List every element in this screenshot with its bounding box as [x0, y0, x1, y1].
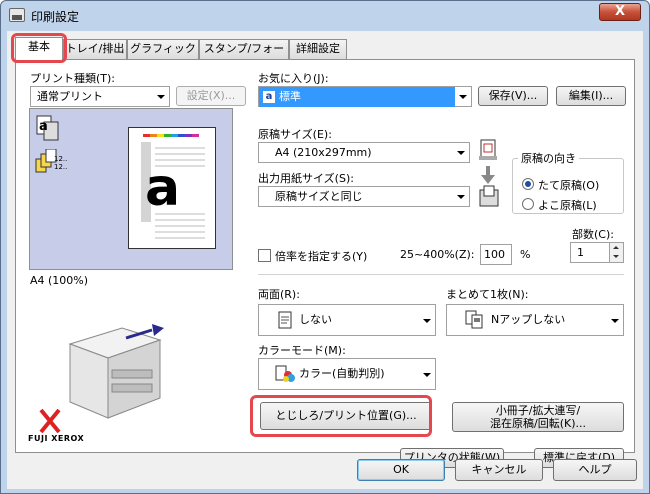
fuji-xerox-logo-icon	[39, 408, 61, 434]
section-divider	[258, 274, 624, 275]
output-size-select[interactable]: 原稿サイズと同じ	[258, 186, 470, 207]
n-up-icon	[465, 310, 483, 329]
copies-icon-text: 12..	[54, 155, 68, 163]
duplex-select[interactable]: しない	[258, 304, 436, 336]
window-title: 印刷設定	[31, 10, 80, 24]
tab-graphics[interactable]: グラフィックス	[127, 39, 199, 73]
printer-icon	[9, 8, 25, 22]
spinner-arrows[interactable]	[609, 243, 623, 262]
scale-unit: %	[520, 248, 531, 261]
booklet-button-line1: 小冊子/拡大連写/	[495, 404, 581, 417]
print-settings-window: 印刷設定 X 基本 トレイ/排出 グラフィックス スタンプ/フォーム 詳細設定 …	[0, 0, 650, 494]
printer-type-select[interactable]: 通常プリント	[30, 86, 170, 107]
tab-tray-output[interactable]: トレイ/排出	[63, 39, 127, 59]
chevron-down-icon	[457, 195, 465, 199]
chevron-down-icon	[611, 319, 619, 323]
size-conversion-icon	[479, 139, 499, 207]
basic-tab-page: プリント種類(T): 通常プリント 設定(X)... a 12.. 12.. a…	[15, 59, 635, 468]
printer-type-value: 通常プリント	[37, 90, 103, 103]
copies-spinner[interactable]: 1	[570, 242, 624, 263]
color-mode-label: カラーモード(M):	[258, 344, 346, 357]
original-size-select[interactable]: A4 (210x297mm)	[258, 142, 470, 163]
scale-input[interactable]: 100	[480, 244, 512, 265]
nup-label: まとめて1枚(N):	[446, 288, 529, 301]
chevron-down-icon	[423, 319, 431, 323]
svg-text:a: a	[39, 119, 48, 134]
chevron-down-icon	[157, 95, 165, 99]
favorites-selected: a 標準	[259, 87, 455, 107]
portrait-radio[interactable]	[522, 178, 534, 190]
printer-settings-button[interactable]: 設定(X)...	[176, 86, 246, 106]
preview-caption: A4 (100%)	[30, 274, 89, 287]
orientation-label: 原稿の向き	[518, 150, 579, 166]
scale-range-label: 25~400%(Z):	[400, 248, 475, 261]
preview-sheet: a	[128, 127, 216, 249]
scale-value: 100	[484, 248, 505, 261]
original-size-value: A4 (210x297mm)	[275, 146, 372, 159]
chevron-up-icon	[613, 246, 619, 249]
printer-type-label: プリント種類(T):	[30, 72, 116, 85]
nup-value: Nアップしない	[491, 313, 566, 326]
tab-stamp-form[interactable]: スタンプ/フォーム	[199, 39, 289, 73]
brand-name: FUJI XEROX	[28, 434, 85, 443]
copies-icon-text-2: 12..	[54, 163, 68, 171]
output-size-value: 原稿サイズと同じ	[275, 190, 363, 203]
duplex-label: 両面(R):	[258, 288, 300, 301]
favorite-a-icon: a	[263, 91, 275, 103]
ok-button[interactable]: OK	[357, 459, 445, 481]
scale-checkbox[interactable]	[258, 249, 271, 262]
dialog-client: 基本 トレイ/排出 グラフィックス スタンプ/フォーム 詳細設定 プリント種類(…	[7, 31, 643, 489]
favorites-label: お気に入り(J):	[258, 72, 329, 85]
copies-label: 部数(C):	[572, 228, 614, 241]
printer-illustration	[68, 324, 164, 419]
chevron-down-icon	[613, 255, 619, 258]
chevron-down-icon	[457, 151, 465, 155]
color-mode-value: カラー(自動判別)	[299, 367, 385, 380]
color-mode-icon	[275, 365, 295, 382]
chevron-down-icon	[459, 95, 467, 99]
tab-advanced[interactable]: 詳細設定	[289, 39, 347, 59]
output-size-label: 出力用紙サイズ(S):	[258, 172, 354, 185]
duplex-value: しない	[299, 313, 332, 326]
scale-label[interactable]: 倍率を指定する(Y)	[275, 248, 367, 264]
duplex-doc-icon: a	[36, 115, 59, 141]
single-sided-icon	[278, 311, 292, 329]
close-button[interactable]: X	[599, 3, 641, 21]
binding-position-button[interactable]: とじしろ/プリント位置(G)...	[260, 402, 432, 430]
booklet-button[interactable]: 小冊子/拡大連写/ 混在原稿/回転(K)...	[452, 402, 624, 432]
cancel-button[interactable]: キャンセル	[455, 459, 543, 481]
favorites-value: 標準	[279, 90, 301, 103]
help-button[interactable]: ヘルプ	[553, 459, 637, 481]
color-mode-select[interactable]: カラー(自動判別)	[258, 358, 436, 390]
chevron-down-icon	[423, 373, 431, 377]
preview-panel: a 12.. 12.. a	[29, 108, 233, 270]
booklet-button-line2: 混在原稿/回転(K)...	[490, 417, 586, 430]
landscape-radio[interactable]	[522, 198, 534, 210]
tab-basic[interactable]: 基本	[15, 37, 63, 60]
nup-select[interactable]: Nアップしない	[446, 304, 624, 336]
save-favorite-button[interactable]: 保存(V)...	[478, 86, 548, 106]
title-bar[interactable]: 印刷設定 X	[1, 1, 649, 31]
landscape-label[interactable]: よこ原稿(L)	[538, 197, 597, 213]
copies-value: 1	[577, 246, 584, 259]
edit-favorite-button[interactable]: 編集(I)...	[556, 86, 626, 106]
favorites-select[interactable]: a 標準	[258, 86, 472, 107]
original-size-label: 原稿サイズ(E):	[258, 128, 332, 141]
preview-sheet-letter: a	[145, 158, 181, 218]
portrait-label[interactable]: たて原稿(O)	[538, 177, 599, 193]
